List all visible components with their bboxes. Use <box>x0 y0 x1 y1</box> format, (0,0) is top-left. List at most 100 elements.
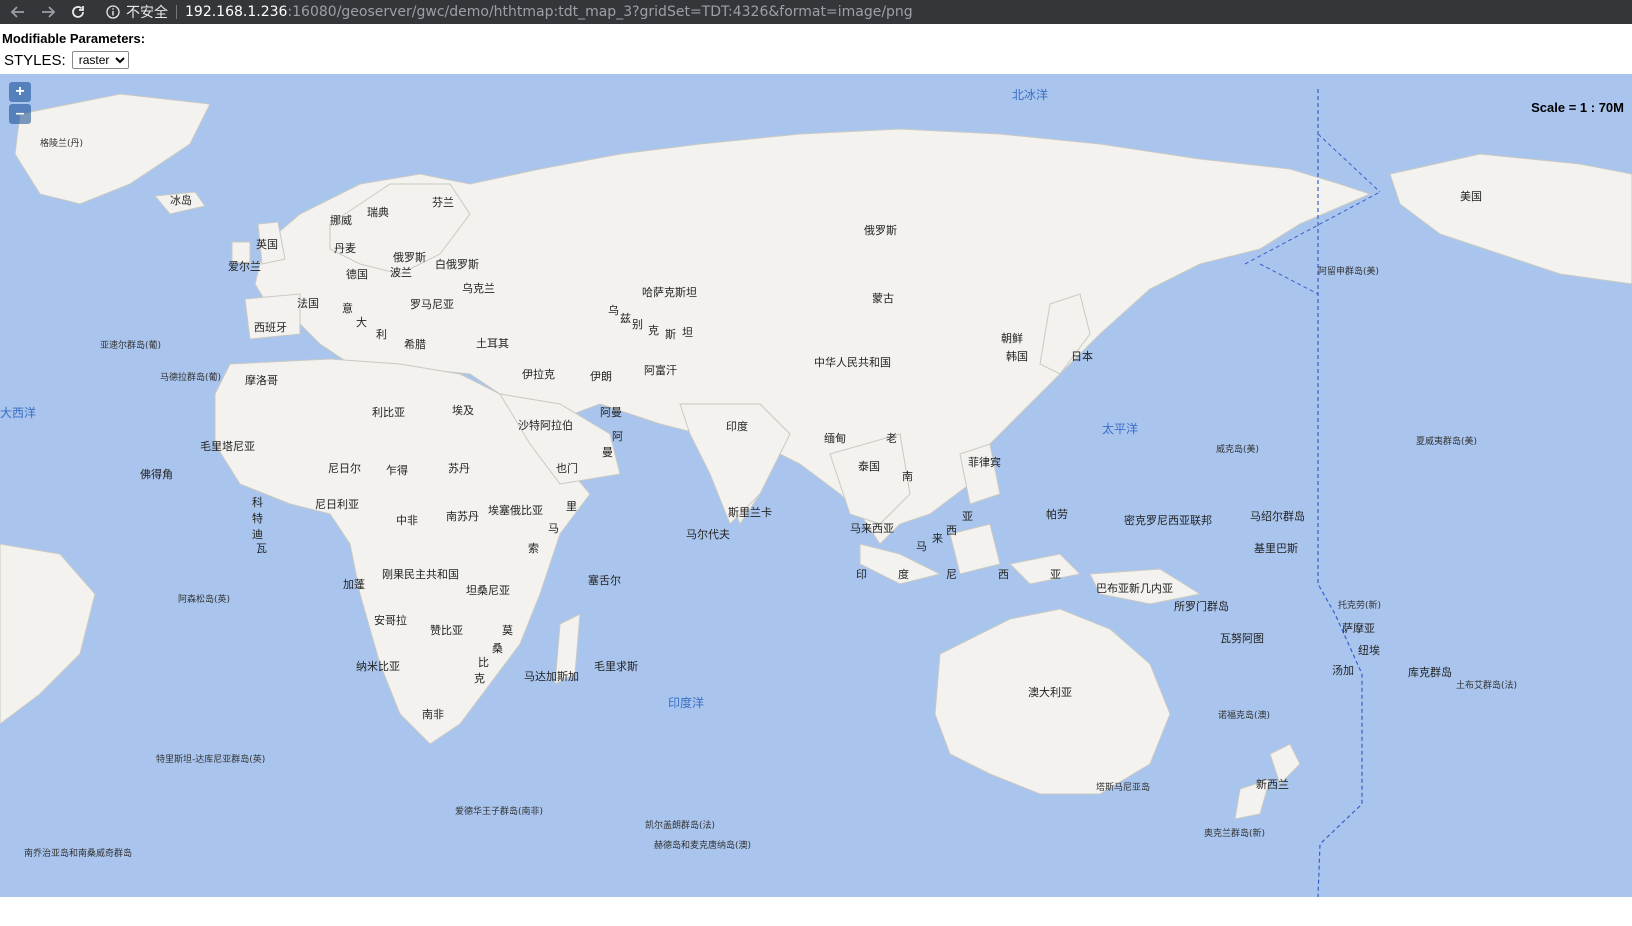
label-ethiopia: 埃塞俄比亚 <box>488 504 543 517</box>
label-cote-4: 瓦 <box>256 542 267 555</box>
label-indo-5: 亚 <box>1050 568 1061 581</box>
label-tuvalu: 纽埃 <box>1358 644 1380 657</box>
label-solomon: 所罗门群岛 <box>1174 600 1229 613</box>
label-tristan: 特里斯坦-达库尼亚群岛(英) <box>156 755 266 765</box>
label-vietnam: 南 <box>902 470 913 483</box>
world-basemap <box>0 89 1632 897</box>
label-uzbek-6: 坦 <box>682 326 693 339</box>
label-gabon: 加蓬 <box>343 578 365 591</box>
label-uzbek-3: 别 <box>632 318 643 331</box>
label-seychelles: 塞舌尔 <box>588 574 621 587</box>
label-pe-islands: 爱德华王子群岛(南非) <box>455 807 544 817</box>
zoom-control: + – <box>9 82 31 126</box>
label-micronesia: 密克罗尼西亚联邦 <box>1124 514 1212 527</box>
browser-toolbar: 不安全 192.168.1.236:16080/geoserver/gwc/de… <box>0 0 1632 24</box>
label-vanuatu: 瓦努阿图 <box>1220 632 1264 645</box>
label-sudan: 苏丹 <box>448 462 470 475</box>
label-angola: 安哥拉 <box>374 614 407 627</box>
label-norway: 挪威 <box>330 214 352 227</box>
label-south-georgia: 南乔治亚岛和南桑威奇群岛 <box>24 849 133 859</box>
label-zambia: 赞比亚 <box>430 624 463 637</box>
label-japan: 日本 <box>1071 350 1093 363</box>
label-niger: 尼日尔 <box>328 462 361 475</box>
label-samoa: 萨摩亚 <box>1342 622 1375 635</box>
label-malay-3: 马 <box>916 540 927 553</box>
label-italy-2: 大 <box>356 316 367 329</box>
label-germany: 德国 <box>346 268 368 281</box>
label-cote-1: 科 <box>252 496 263 509</box>
label-oman-2: 阿 <box>612 430 623 443</box>
label-france: 法国 <box>297 297 319 310</box>
label-oman-1: 阿曼 <box>600 406 622 419</box>
label-drc: 刚果民主共和国 <box>382 568 459 581</box>
label-moz-4: 克 <box>474 672 485 685</box>
label-iran: 伊朗 <box>590 370 612 383</box>
label-somalia-2: 马 <box>548 522 559 535</box>
back-icon[interactable] <box>6 0 30 24</box>
label-kiribati: 基里巴斯 <box>1254 542 1298 555</box>
address-bar[interactable]: 192.168.1.236:16080/geoserver/gwc/demo/h… <box>185 4 913 20</box>
label-cook: 库克群岛 <box>1408 666 1452 679</box>
label-greece: 希腊 <box>404 338 426 351</box>
scale-label: Scale = 1 : 70M <box>1531 100 1624 115</box>
label-afghan: 阿富汗 <box>644 364 677 377</box>
label-cape-verde: 佛得角 <box>140 468 173 481</box>
label-wake: 威克岛(美) <box>1216 445 1260 455</box>
label-chad: 乍得 <box>386 464 408 477</box>
site-info-button[interactable]: 不安全 <box>106 2 168 22</box>
label-italy-1: 意 <box>342 302 353 315</box>
label-oman-3: 曼 <box>602 446 613 459</box>
forward-icon[interactable] <box>36 0 60 24</box>
zoom-out-button[interactable]: – <box>9 104 31 124</box>
label-moz-1: 莫 <box>502 624 513 637</box>
label-maldives: 马尔代夫 <box>686 528 730 541</box>
label-moz-3: 比 <box>478 656 489 669</box>
label-cote-2: 特 <box>252 512 263 525</box>
label-turkey: 土耳其 <box>476 337 509 350</box>
label-russia-small: 俄罗斯 <box>393 251 426 264</box>
label-yemen: 也门 <box>556 462 578 475</box>
label-malay-2: 亚 <box>962 510 973 523</box>
label-auckland: 奥克兰群岛(新) <box>1204 829 1266 839</box>
label-ireland: 爱尔兰 <box>228 260 261 273</box>
reload-icon[interactable] <box>66 0 90 24</box>
label-aleutian: 阿留申群岛(美) <box>1318 267 1380 277</box>
label-arctic: 北冰洋 <box>1012 88 1049 102</box>
label-nigeria: 尼日利亚 <box>315 498 359 511</box>
label-indo-1: 印 <box>856 568 867 581</box>
label-marshall: 马绍尔群岛 <box>1250 510 1305 523</box>
label-morocco: 摩洛哥 <box>245 374 278 387</box>
label-italy-3: 利 <box>376 328 387 341</box>
label-russia: 俄罗斯 <box>864 224 897 237</box>
label-ascension: 阿森松岛(英) <box>178 595 231 605</box>
url-path: :16080/geoserver/gwc/demo/hthtmap:tdt_ma… <box>287 4 913 20</box>
label-png: 巴布亚新几内亚 <box>1096 582 1173 595</box>
label-sri-lanka: 斯里兰卡 <box>728 506 772 519</box>
label-greenland: 格陵兰(丹) <box>40 139 84 149</box>
security-label: 不安全 <box>126 5 168 21</box>
label-mauritius: 毛里求斯 <box>594 660 638 673</box>
label-kazakh: 哈萨克斯坦 <box>642 286 697 299</box>
label-thailand: 泰国 <box>858 460 880 473</box>
styles-row: STYLES: raster <box>4 51 129 69</box>
label-finland: 芬兰 <box>432 196 454 209</box>
watermark: https://blog.csdn.net/zhengjie0722 <box>1409 904 1623 920</box>
label-namibia: 纳米比亚 <box>356 660 400 673</box>
label-uzbek-4: 克 <box>648 324 659 337</box>
label-iceland: 冰岛 <box>170 194 192 207</box>
label-indian-ocean: 印度洋 <box>668 696 705 710</box>
label-somalia-3: 索 <box>528 542 539 555</box>
zoom-in-button[interactable]: + <box>9 82 31 102</box>
label-china: 中华人民共和国 <box>814 356 891 369</box>
label-macquarie: 塔斯马尼亚岛 <box>1096 783 1151 793</box>
map-viewport[interactable]: + – Scale = 1 : 70M 北冰洋 格陵兰(丹) 冰岛 挪威 瑞典 … <box>0 74 1632 897</box>
label-indo-3: 尼 <box>946 568 957 581</box>
label-azores: 亚速尔群岛(葡) <box>100 341 162 351</box>
label-india: 印度 <box>726 420 748 433</box>
label-palau: 帕劳 <box>1046 508 1068 521</box>
label-spain: 西班牙 <box>254 321 287 334</box>
label-egypt: 埃及 <box>452 404 474 417</box>
label-libya: 利比亚 <box>372 406 405 419</box>
styles-select[interactable]: raster <box>71 51 129 69</box>
label-nz: 新西兰 <box>1256 778 1289 791</box>
